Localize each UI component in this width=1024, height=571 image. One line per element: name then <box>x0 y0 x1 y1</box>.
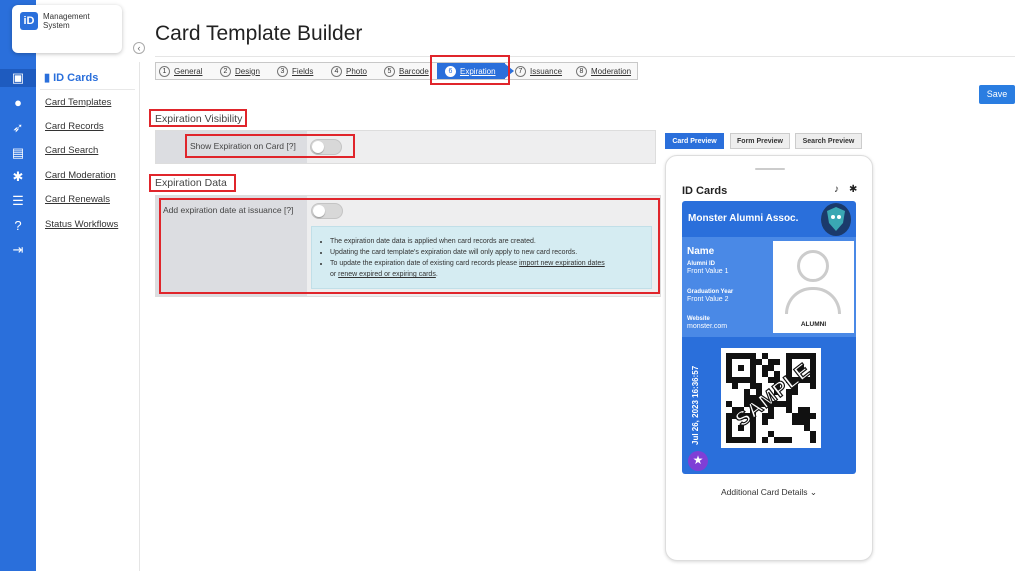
avatar-body <box>785 287 841 314</box>
avatar-head <box>797 250 829 282</box>
step-design[interactable]: 2 Design <box>220 63 270 79</box>
subnav: ▮ ID Cards Card Templates Card Records C… <box>36 62 140 571</box>
step-label: General <box>174 66 203 76</box>
card-field-value: Front Value 2 <box>687 296 729 303</box>
card-qr-code: SAMPLE <box>721 348 821 448</box>
step-label: Photo <box>346 66 367 76</box>
step-fields[interactable]: 3 Fields <box>277 63 323 79</box>
save-button[interactable]: Save <box>979 85 1015 104</box>
step-wizard: 1 General 2 Design 3 Fields 4 Photo 5 Barcode… <box>155 62 638 80</box>
document-icon[interactable]: ▤ <box>9 144 27 162</box>
gear-icon[interactable]: ✱ <box>9 168 27 186</box>
subnav-item-card-templates[interactable]: Card Templates <box>45 97 111 108</box>
step-label: Issuance <box>530 66 563 76</box>
subnav-heading-label: ID Cards <box>53 72 99 84</box>
step-number: 8 <box>576 65 587 77</box>
star-icon: ★ <box>688 451 708 471</box>
card-field-label: Website <box>687 316 710 322</box>
list-icon[interactable]: ☰ <box>9 192 27 210</box>
step-number: 4 <box>331 65 342 77</box>
subnav-item-status-workflows[interactable]: Status Workflows <box>45 219 118 230</box>
step-number: 7 <box>515 65 526 77</box>
id-card-icon[interactable]: ▣ <box>0 69 36 87</box>
step-general[interactable]: 1 General <box>159 63 211 79</box>
title-divider <box>155 56 1015 57</box>
step-label: Barcode <box>399 66 429 76</box>
phone-notch <box>755 168 785 170</box>
card-photo-placeholder: ALUMNI <box>773 241 854 333</box>
step-label: Moderation <box>591 66 632 76</box>
step-number: 3 <box>277 65 288 77</box>
step-number: 5 <box>384 65 395 77</box>
logo-line-2: System <box>43 21 70 30</box>
logo-line-1: Management <box>43 12 90 21</box>
subnav-item-card-moderation[interactable]: Card Moderation <box>45 170 116 181</box>
card-org-name: Monster Alumni Assoc. <box>688 213 799 224</box>
highlight-expiration-data <box>159 198 660 294</box>
id-card-preview: Monster Alumni Assoc. Name Alumni ID Fro… <box>682 201 856 474</box>
step-label: Design <box>235 66 260 76</box>
preview-app-title: ID Cards <box>682 185 728 197</box>
card-field-value: Front Value 1 <box>687 268 729 275</box>
subnav-heading[interactable]: ▮ ID Cards <box>44 71 98 84</box>
step-number: 1 <box>159 65 170 77</box>
bell-icon[interactable]: ♪ <box>834 184 839 195</box>
step-moderation[interactable]: 8 Moderation <box>576 63 638 79</box>
photo-caption: ALUMNI <box>800 321 827 328</box>
card-field-label: Graduation Year <box>687 289 734 295</box>
subnav-item-card-renewals[interactable]: Card Renewals <box>45 194 110 205</box>
tab-card-preview[interactable]: Card Preview <box>665 133 724 149</box>
card-name-label: Name <box>687 246 715 257</box>
card-datetime: Jul 26, 2023 16:36:57 <box>691 365 700 445</box>
tab-form-preview[interactable]: Form Preview <box>730 133 790 149</box>
highlight-show-expiration <box>185 134 355 158</box>
page-title: Card Template Builder <box>155 22 363 45</box>
highlight-data-title <box>149 174 236 192</box>
collapse-sidebar-button[interactable]: ‹ <box>133 42 145 54</box>
step-photo[interactable]: 4 Photo <box>331 63 377 79</box>
chat-icon[interactable]: ● <box>9 94 27 112</box>
subnav-item-card-records[interactable]: Card Records <box>45 121 104 132</box>
card-field-value: monster.com <box>687 323 728 330</box>
tab-search-preview[interactable]: Search Preview <box>795 133 862 149</box>
help-icon[interactable]: ? <box>9 217 27 235</box>
app-logo[interactable]: iD Management System <box>12 5 122 53</box>
step-issuance[interactable]: 7 Issuance <box>515 63 563 79</box>
step-label: Fields <box>292 66 314 76</box>
gear-icon[interactable]: ✱ <box>849 184 857 195</box>
card-field-label: Alumni ID <box>687 261 715 267</box>
step-barcode[interactable]: 5 Barcode <box>384 63 434 79</box>
logo-badge: iD <box>20 12 38 30</box>
qr-module <box>810 437 816 443</box>
highlight-step-expiration <box>430 55 510 85</box>
step-number: 2 <box>220 65 231 77</box>
subnav-item-card-search[interactable]: Card Search <box>45 145 98 156</box>
additional-card-details-toggle[interactable]: Additional Card Details ⌄ <box>682 487 856 498</box>
signout-icon[interactable]: ⇥ <box>9 241 27 259</box>
subnav-divider <box>40 89 135 90</box>
org-logo-icon <box>821 203 851 236</box>
highlight-visibility-title <box>149 109 247 127</box>
logo-text: Management System <box>43 12 90 30</box>
icon-rail: ▣ ● ➶ ▤ ✱ ☰ ? ⇥ <box>0 0 36 571</box>
rocket-icon[interactable]: ➶ <box>9 119 27 137</box>
